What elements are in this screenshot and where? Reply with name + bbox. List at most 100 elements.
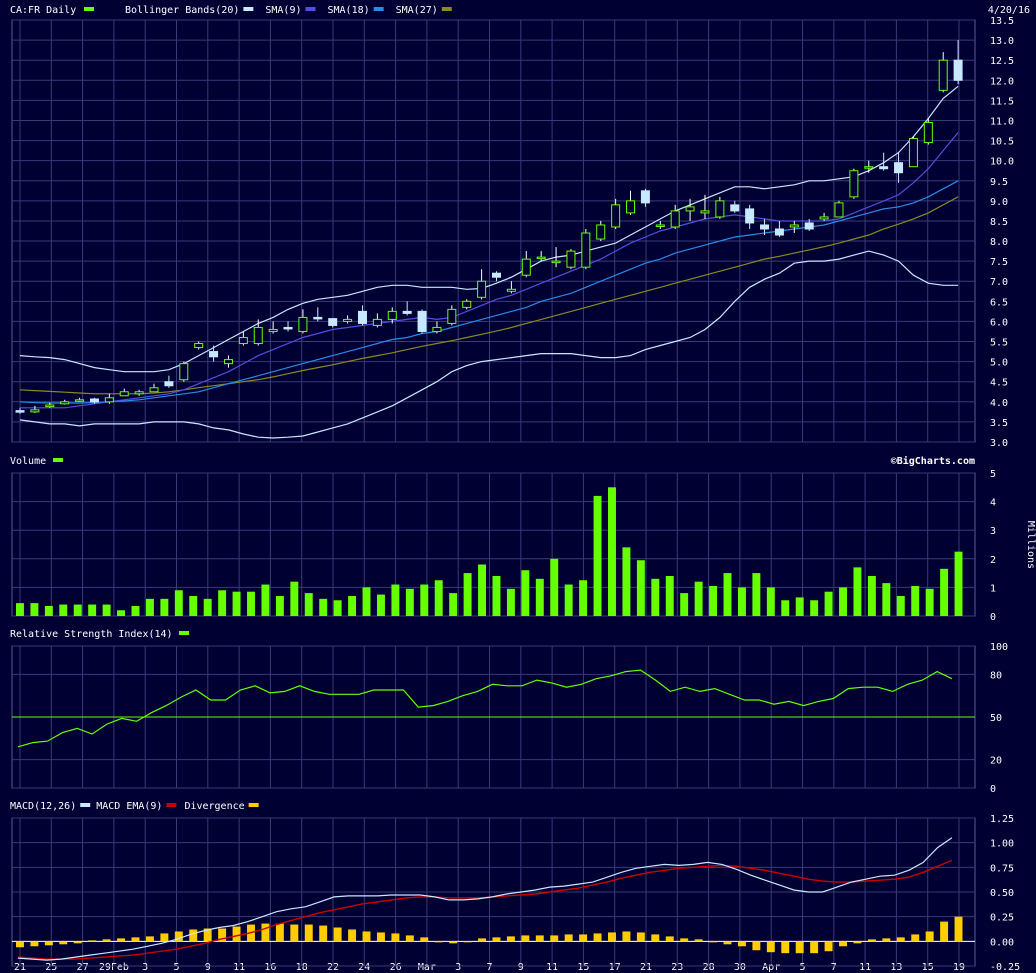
volume-bar bbox=[319, 598, 328, 616]
x-tick-label: 27 bbox=[77, 962, 89, 973]
price-y-tick: 6.0 bbox=[990, 317, 1008, 328]
candle-body bbox=[670, 210, 680, 228]
price-y-tick: 7.0 bbox=[990, 277, 1008, 288]
candle-body bbox=[536, 256, 546, 260]
candle-body bbox=[283, 326, 293, 330]
volume-bar bbox=[506, 588, 515, 616]
x-tick-label: 21 bbox=[640, 962, 652, 973]
candle-body bbox=[745, 208, 755, 224]
volume-bar bbox=[622, 547, 631, 616]
rsi-y-tick: 100 bbox=[990, 642, 1008, 653]
volume-bar bbox=[521, 570, 530, 616]
candle-body bbox=[908, 138, 918, 168]
x-tick-label: 7 bbox=[486, 962, 492, 973]
volume-bar bbox=[911, 585, 920, 616]
candle-body bbox=[953, 59, 963, 81]
price-y-tick: 9.5 bbox=[990, 177, 1008, 188]
candle-body bbox=[417, 310, 427, 332]
candle-body bbox=[119, 391, 129, 397]
macd-divergence-bar bbox=[882, 938, 891, 942]
candle-body bbox=[134, 391, 144, 395]
volume-bar bbox=[145, 598, 154, 616]
volume-bar bbox=[723, 573, 732, 616]
price-y-tick: 3.0 bbox=[990, 438, 1008, 449]
candle-body bbox=[730, 204, 740, 212]
candle-body bbox=[923, 121, 933, 144]
symbol-legend-swatch bbox=[84, 7, 94, 11]
x-tick-label: 11 bbox=[546, 962, 558, 973]
volume-bar bbox=[348, 595, 357, 616]
macd-divergence-bar bbox=[593, 933, 602, 942]
macd-divergence-bar bbox=[506, 936, 515, 942]
macd-divergence-bar bbox=[362, 931, 371, 942]
x-tick-label: 22 bbox=[327, 962, 339, 973]
volume-bar bbox=[954, 551, 963, 616]
macd-legend-swatch bbox=[166, 803, 177, 807]
volume-bar bbox=[478, 564, 487, 616]
rsi-y-tick: 20 bbox=[990, 756, 1002, 767]
volume-bar bbox=[550, 558, 559, 616]
volume-bar bbox=[203, 598, 212, 616]
indicator-legend-label: SMA(18) bbox=[328, 5, 370, 16]
price-y-tick: 13.5 bbox=[990, 16, 1014, 27]
price-y-tick: 10.5 bbox=[990, 137, 1014, 148]
macd-y-tick: 0.00 bbox=[990, 937, 1014, 948]
x-tick-label: 24 bbox=[358, 962, 370, 973]
x-tick-label: 26 bbox=[390, 962, 402, 973]
volume-bar bbox=[362, 587, 371, 616]
macd-divergence-bar bbox=[608, 932, 616, 942]
macd-divergence-bar bbox=[189, 929, 198, 942]
macd-legend-swatch bbox=[248, 803, 259, 807]
volume-bar bbox=[579, 580, 588, 616]
candle-body bbox=[223, 359, 233, 365]
bigcharts-watermark: ©BigCharts.com bbox=[891, 455, 975, 467]
volume-bar bbox=[131, 605, 140, 616]
x-tick-label: Mar bbox=[418, 962, 436, 973]
indicator-legend-label: Bollinger Bands(20) bbox=[125, 5, 239, 16]
candle-body bbox=[402, 310, 412, 314]
volume-bar bbox=[290, 581, 299, 616]
candle-body bbox=[357, 310, 367, 324]
price-y-tick: 3.5 bbox=[990, 418, 1008, 429]
macd-divergence-bar bbox=[420, 937, 429, 942]
panel-frame-price bbox=[11, 19, 976, 443]
candle-body bbox=[804, 222, 814, 230]
indicator-legend-swatch bbox=[243, 7, 254, 11]
volume-bar bbox=[492, 575, 501, 616]
macd-divergence-bar bbox=[564, 934, 573, 942]
candle-body bbox=[566, 250, 576, 268]
x-tick-label: 3 bbox=[142, 962, 148, 973]
rsi-y-tick: 0 bbox=[990, 784, 996, 795]
x-tick-label: 19 bbox=[953, 962, 965, 973]
volume-bar bbox=[59, 604, 68, 616]
macd-divergence-bar bbox=[145, 936, 154, 942]
x-tick-label: 11 bbox=[859, 962, 871, 973]
macd-divergence-bar bbox=[391, 933, 400, 942]
volume-bar bbox=[189, 595, 198, 616]
rsi-y-tick: 50 bbox=[990, 713, 1002, 724]
price-y-tick: 6.5 bbox=[990, 297, 1008, 308]
macd-divergence-bar bbox=[867, 939, 876, 942]
macd-divergence-bar bbox=[30, 941, 39, 947]
volume-bar bbox=[752, 573, 761, 616]
candle-body bbox=[894, 162, 904, 174]
macd-divergence-bar bbox=[290, 924, 299, 942]
volume-bar bbox=[680, 593, 689, 616]
macd-divergence-bar bbox=[376, 932, 385, 942]
volume-bar bbox=[535, 578, 544, 616]
candle-body bbox=[685, 206, 695, 212]
price-y-tick: 4.0 bbox=[990, 398, 1008, 409]
volume-bar bbox=[102, 604, 111, 616]
macd-divergence-bar bbox=[550, 935, 559, 942]
macd-divergence-bar bbox=[319, 925, 328, 942]
macd-divergence-bar bbox=[824, 941, 833, 952]
candle-body bbox=[45, 404, 55, 408]
macd-divergence-bar bbox=[44, 941, 53, 946]
price-y-tick: 8.5 bbox=[990, 217, 1008, 228]
macd-divergence-bar bbox=[636, 932, 645, 942]
volume-y-tick: 5 bbox=[990, 469, 996, 480]
x-tick-label: 7 bbox=[831, 962, 837, 973]
volume-bar bbox=[117, 610, 126, 616]
candle-body bbox=[89, 398, 99, 403]
macd-divergence-bar bbox=[117, 938, 126, 942]
